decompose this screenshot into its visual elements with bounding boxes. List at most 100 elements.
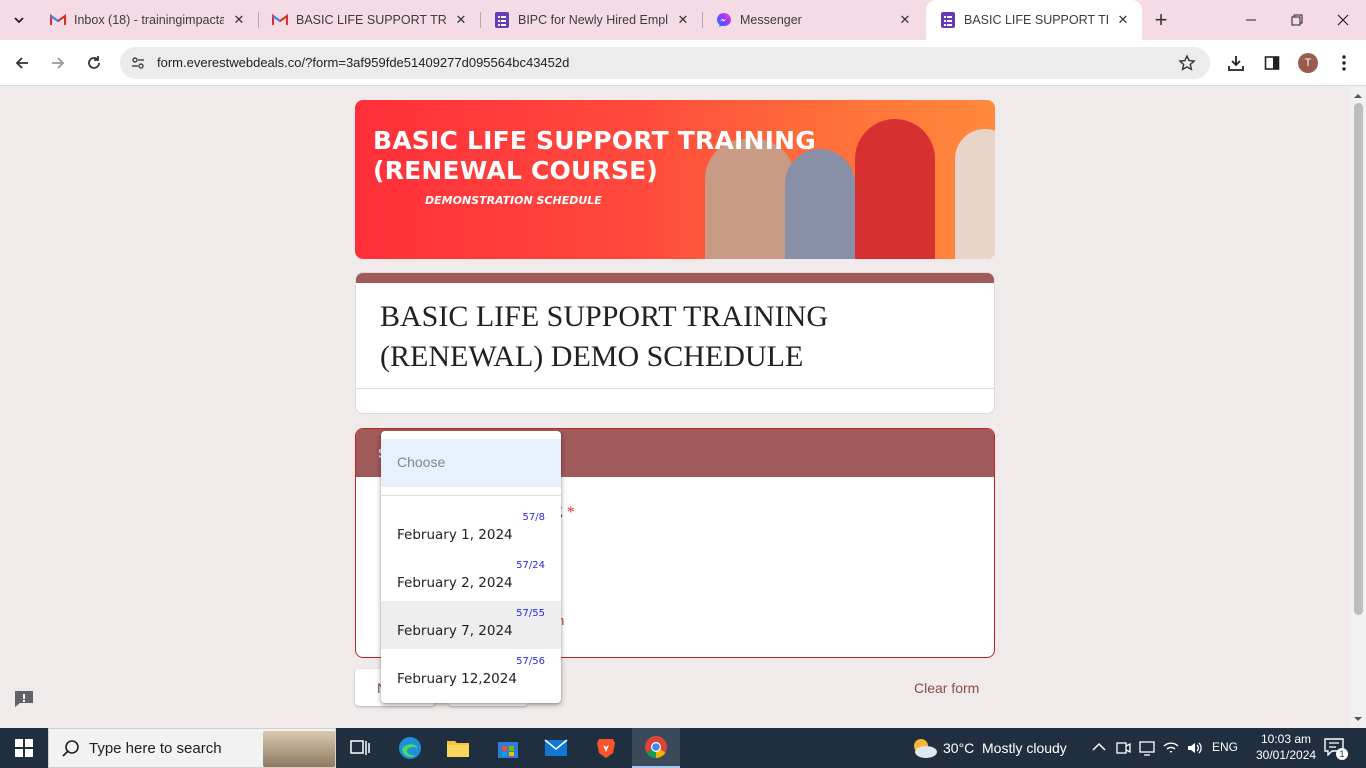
store-button[interactable] (484, 728, 532, 768)
scrollbar-thumb[interactable] (1354, 103, 1363, 615)
option-date: February 2, 2024 (397, 575, 513, 591)
option-count: 57/56 (516, 656, 545, 667)
site-settings-icon[interactable] (130, 55, 146, 71)
new-tab-button[interactable]: + (1148, 7, 1174, 32)
tab-title: BASIC LIFE SUPPORT TRAINI (296, 13, 446, 27)
dropdown-option[interactable]: February 1, 2024 57/8 (381, 505, 561, 553)
forms-icon (494, 12, 510, 28)
reload-icon (88, 56, 100, 69)
taskbar-search-box[interactable]: Type here to search (48, 728, 336, 768)
file-explorer-button[interactable] (434, 728, 482, 768)
accent-bar (356, 273, 994, 283)
tab-strip: Inbox (18) - trainingimpacta ✕ BASIC LIF… (0, 0, 1366, 40)
banner-line-2: (RENEWAL COURSE) (373, 156, 659, 185)
gmail-icon (50, 12, 66, 28)
divider (356, 388, 994, 389)
close-tab-icon[interactable]: ✕ (896, 11, 914, 29)
store-icon (498, 742, 518, 758)
chevron-up-icon[interactable] (1090, 739, 1108, 757)
option-date: February 1, 2024 (397, 527, 513, 543)
banner-line-1: BASIC LIFE SUPPORT TRAINING (373, 126, 816, 155)
banner-person (855, 119, 935, 259)
chrome-icon (645, 736, 667, 758)
task-view-button[interactable] (336, 728, 384, 768)
wifi-icon[interactable] (1162, 739, 1180, 757)
chrome-button[interactable] (632, 728, 680, 768)
edge-taskbar-button[interactable] (386, 728, 434, 768)
option-date: February 12,2024 (397, 671, 517, 687)
option-date: February 7, 2024 (397, 623, 513, 639)
edge-icon (399, 737, 421, 759)
tab-gmail-inbox[interactable]: Inbox (18) - trainingimpacta ✕ (36, 0, 258, 40)
close-tab-icon[interactable]: ✕ (452, 11, 470, 29)
tab-bls-form-active[interactable]: BASIC LIFE SUPPORT TRAINI ✕ (926, 0, 1142, 40)
back-button[interactable] (8, 49, 36, 77)
close-icon (1337, 14, 1349, 26)
menu-button[interactable] (1334, 53, 1354, 73)
display-icon[interactable] (1138, 739, 1156, 757)
download-icon (1228, 56, 1244, 71)
start-button[interactable] (0, 728, 48, 768)
dropdown-option[interactable]: February 12,2024 57/56 (381, 649, 561, 697)
dropdown-option[interactable]: February 7, 2024 57/55 (381, 601, 561, 649)
page-scrollbar[interactable] (1350, 87, 1366, 728)
url-text: form.everestwebdeals.co/?form=3af959fde5… (157, 55, 570, 70)
banner-subheading: DEMONSTRATION SCHEDULE (425, 194, 602, 207)
more-vert-icon (1342, 55, 1346, 71)
weather-temperature[interactable]: 30°C (943, 740, 974, 756)
task-view-icon (350, 740, 370, 755)
weather-cloud-icon (914, 739, 937, 758)
close-tab-icon[interactable]: ✕ (674, 11, 692, 29)
clear-form-button[interactable]: Clear form (914, 680, 979, 696)
forward-button[interactable] (44, 49, 72, 77)
search-placeholder: Type here to search (89, 740, 222, 757)
tab-title: BASIC LIFE SUPPORT TRAINI (964, 13, 1108, 27)
reload-button[interactable] (80, 49, 108, 77)
dropdown-placeholder-option[interactable]: Choose (381, 439, 561, 487)
dropdown-option[interactable]: February 2, 2024 57/24 (381, 553, 561, 601)
weather-description[interactable]: Mostly cloudy (982, 740, 1067, 756)
download-button[interactable] (1226, 53, 1246, 73)
dropdown-separator (381, 495, 561, 496)
volume-icon[interactable] (1186, 739, 1204, 757)
brave-icon (597, 739, 615, 758)
report-issue-button[interactable] (13, 689, 35, 709)
address-bar[interactable]: form.everestwebdeals.co/?form=3af959fde5… (120, 47, 1210, 79)
required-marker: * (566, 504, 575, 521)
chevron-down-icon (14, 17, 24, 24)
mail-button[interactable] (532, 728, 580, 768)
language-indicator[interactable]: ENG (1212, 740, 1238, 754)
system-clock[interactable]: 10:03 am 30/01/2024 (1256, 731, 1316, 763)
close-window-button[interactable] (1320, 0, 1366, 40)
form-title: BASIC LIFE SUPPORT TRAINING (RENEWAL) DE… (380, 300, 828, 373)
notification-count-badge: 1 (1336, 748, 1348, 760)
brave-button[interactable] (582, 728, 630, 768)
clock-time: 10:03 am (1260, 732, 1312, 746)
search-icon (62, 740, 79, 757)
tab-bipc-form[interactable]: BIPC for Newly Hired Employ ✕ (480, 0, 702, 40)
notification-center-button[interactable]: 1 (1324, 738, 1348, 760)
search-highlight-image (263, 731, 335, 767)
scroll-down-icon[interactable] (1354, 715, 1362, 723)
tab-messenger[interactable]: Messenger ✕ (702, 0, 924, 40)
restore-button[interactable] (1274, 0, 1320, 40)
forms-icon (940, 12, 956, 28)
tab-search-button[interactable] (6, 8, 32, 32)
banner-person (955, 129, 995, 259)
minimize-button[interactable] (1228, 0, 1274, 40)
close-tab-icon[interactable]: ✕ (1114, 11, 1132, 29)
plus-icon: + (1154, 7, 1168, 32)
meet-now-icon[interactable] (1114, 739, 1132, 757)
side-panel-button[interactable] (1262, 53, 1282, 73)
form-title-card: BASIC LIFE SUPPORT TRAINING (RENEWAL) DE… (355, 272, 995, 414)
bookmark-star-icon[interactable] (1178, 54, 1196, 72)
messenger-icon (716, 12, 732, 28)
tab-title: Messenger (740, 13, 802, 27)
tab-title: BIPC for Newly Hired Employ (518, 13, 668, 27)
date-dropdown-menu[interactable]: Choose February 1, 2024 57/8 February 2,… (381, 431, 561, 703)
profile-avatar[interactable]: T (1298, 53, 1318, 73)
close-tab-icon[interactable]: ✕ (230, 11, 248, 29)
tab-gmail-bls[interactable]: BASIC LIFE SUPPORT TRAINI ✕ (258, 0, 480, 40)
scroll-up-icon[interactable] (1354, 92, 1362, 100)
page-content: BASIC LIFE SUPPORT TRAINING (RENEWAL COU… (0, 87, 1350, 728)
